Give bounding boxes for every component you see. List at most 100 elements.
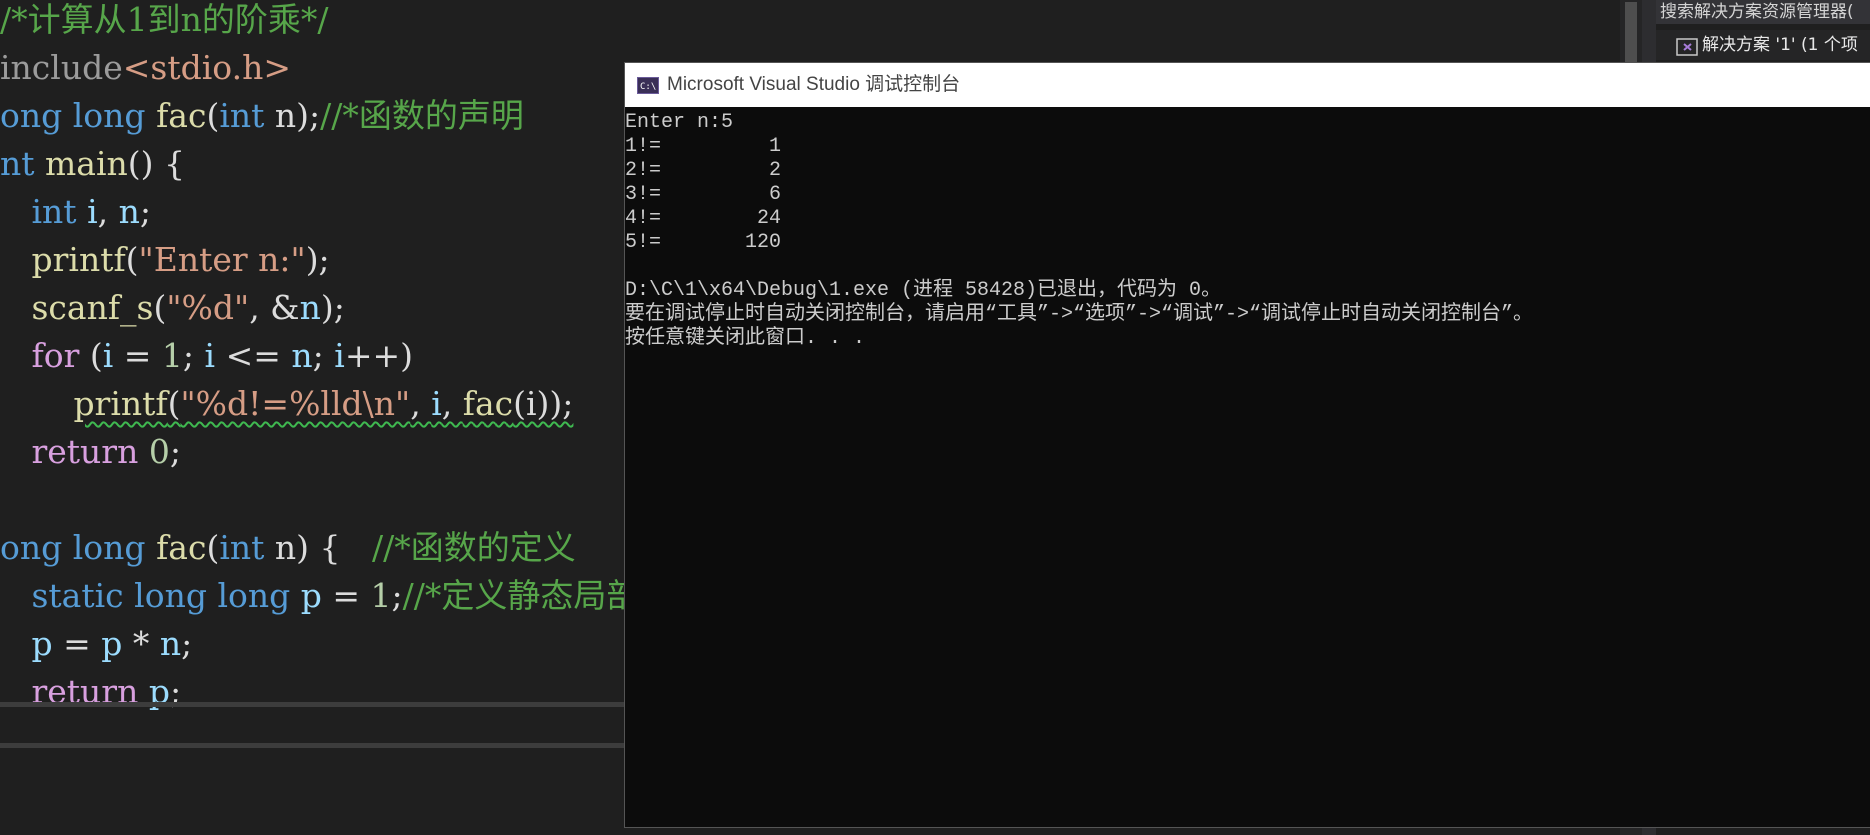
code-token: int bbox=[31, 192, 77, 231]
code-token: ++) bbox=[344, 336, 413, 375]
code-token: include bbox=[0, 48, 123, 87]
code-token: n bbox=[118, 192, 140, 231]
code-line[interactable]: ong long fac(int n);//*函数的声明 bbox=[0, 92, 524, 140]
code-token: static bbox=[31, 576, 124, 615]
code-token: /*计算从1到n的阶乘*/ bbox=[0, 0, 329, 39]
code-line[interactable]: int i, n; bbox=[0, 188, 151, 236]
debug-console-window[interactable]: C:\ Microsoft Visual Studio 调试控制台 Enter … bbox=[624, 62, 1870, 828]
code-token: long bbox=[72, 96, 146, 135]
code-token: = bbox=[52, 624, 102, 663]
code-line[interactable]: p = p * n; bbox=[0, 620, 192, 668]
code-token: nt bbox=[0, 144, 35, 183]
console-output-line: 3!= 6 bbox=[625, 183, 782, 206]
editor-divider bbox=[0, 743, 630, 748]
code-line[interactable]: printf("%d!=%lld\n", i, fac(i)); bbox=[0, 380, 573, 428]
code-line[interactable]: printf("Enter n:"); bbox=[0, 236, 330, 284]
code-token: ( bbox=[125, 240, 139, 279]
code-line[interactable]: scanf_s("%d", &n); bbox=[0, 284, 345, 332]
code-token: ; bbox=[182, 336, 205, 375]
console-output-line: D:\C\1\x64\Debug\1.exe (进程 58428)已退出，代码为… bbox=[625, 279, 1222, 302]
code-line[interactable]: nt main() { bbox=[0, 140, 185, 188]
console-title: Microsoft Visual Studio 调试控制台 bbox=[667, 74, 961, 95]
code-token: long bbox=[72, 528, 146, 567]
code-token: p bbox=[101, 624, 123, 663]
code-token: () { bbox=[127, 144, 186, 183]
console-output-line: 5!= 120 bbox=[625, 231, 782, 254]
code-token: i bbox=[87, 192, 98, 231]
code-token: <= bbox=[215, 336, 292, 375]
code-token: "%d" bbox=[166, 288, 250, 327]
code-token: ong bbox=[0, 96, 63, 135]
code-token: p bbox=[31, 624, 53, 663]
code-token: (i)); bbox=[513, 384, 574, 423]
console-output-line: 1!= 1 bbox=[625, 135, 782, 158]
console-app-icon: C:\ bbox=[637, 77, 659, 94]
code-token: //*函数的声明 bbox=[320, 96, 524, 135]
console-title-bar[interactable]: C:\ Microsoft Visual Studio 调试控制台 bbox=[625, 63, 1870, 107]
code-token: printf bbox=[31, 240, 126, 279]
code-line[interactable]: ong long fac(int n) { //*函数的定义 bbox=[0, 524, 576, 572]
code-token: ( bbox=[167, 384, 181, 423]
code-token: main bbox=[45, 144, 128, 183]
editor-divider bbox=[0, 702, 630, 707]
code-token: n bbox=[299, 288, 321, 327]
code-token: = bbox=[113, 336, 162, 375]
code-line[interactable]: for (i = 1; i <= n; i++) bbox=[0, 332, 413, 380]
code-token: <stdio.h> bbox=[122, 48, 291, 87]
code-token: 0 bbox=[148, 432, 170, 471]
code-token: , bbox=[410, 384, 432, 423]
code-token: * bbox=[122, 624, 160, 663]
code-token: 1 bbox=[161, 336, 183, 375]
code-line[interactable]: static long long p = 1;//*定义静态局部变量 bbox=[0, 572, 705, 620]
console-output-line: Enter n:5 bbox=[625, 111, 734, 134]
code-token: int bbox=[219, 528, 265, 567]
solution-explorer-search[interactable]: 搜索解决方案资源管理器( bbox=[1656, 0, 1870, 24]
code-token: ); bbox=[305, 240, 330, 279]
code-token: for bbox=[31, 336, 80, 375]
code-token: ); bbox=[320, 288, 345, 327]
code-token: ; bbox=[391, 576, 403, 615]
console-output: Enter n:5 1!= 1 2!= 2 3!= 6 4!= 24 5!= 120 D:\… bbox=[625, 111, 1870, 827]
code-token: fac bbox=[462, 384, 514, 423]
code-token: ( bbox=[206, 96, 220, 135]
solution-tree-item[interactable]: 解决方案 '1' (1 个项 bbox=[1656, 30, 1870, 60]
code-token: printf bbox=[73, 384, 168, 423]
console-output-line: 2!= 2 bbox=[625, 159, 782, 182]
code-token: ( bbox=[153, 288, 167, 327]
code-line[interactable]: return 0; bbox=[0, 428, 181, 476]
console-output-line: 要在调试停止时自动关闭控制台，请启用“工具”->“选项”->“调试”->“调试停… bbox=[625, 303, 1534, 326]
code-token: n bbox=[291, 336, 313, 375]
code-token: fac bbox=[156, 528, 207, 567]
code-token: = bbox=[321, 576, 371, 615]
code-line[interactable]: /*计算从1到n的阶乘*/ bbox=[0, 0, 329, 44]
code-token: ( bbox=[206, 528, 220, 567]
scrollbar-thumb[interactable] bbox=[1625, 2, 1637, 64]
code-token: ; bbox=[169, 432, 181, 471]
code-token: ong bbox=[0, 528, 63, 567]
code-line[interactable]: return p; bbox=[0, 668, 181, 716]
code-token: ; bbox=[181, 624, 193, 663]
code-token: ( bbox=[79, 336, 103, 375]
console-output-line: 按任意键关闭此窗口. . . bbox=[625, 327, 866, 350]
code-token: i bbox=[334, 336, 345, 375]
svg-text:C:\: C:\ bbox=[640, 82, 656, 92]
code-token: i bbox=[102, 336, 114, 375]
code-line[interactable]: include<stdio.h> bbox=[0, 44, 291, 92]
code-token: long bbox=[134, 576, 207, 615]
code-token: , bbox=[97, 192, 119, 231]
code-token: p bbox=[300, 576, 322, 615]
code-token: i bbox=[431, 384, 442, 423]
